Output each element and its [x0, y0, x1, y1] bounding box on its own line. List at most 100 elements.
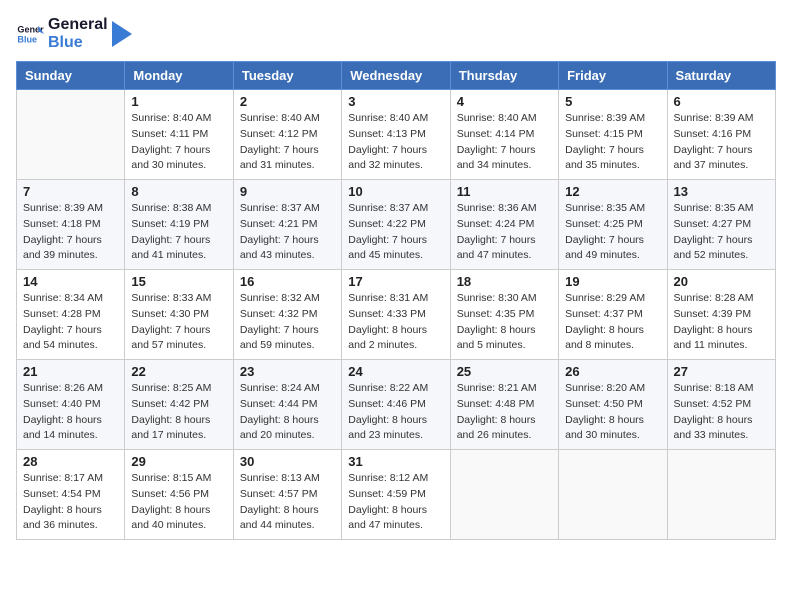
calendar-week-row: 21 Sunrise: 8:26 AMSunset: 4:40 PMDayligh…: [17, 360, 776, 450]
calendar-cell: 16Sunrise: 8:32 AMSunset: 4:32 PMDayligh…: [233, 270, 341, 360]
calendar-cell: 11 Sunrise: 8:36 AMSunset: 4:24 PMDayligh…: [450, 180, 558, 270]
calendar-cell: [450, 450, 558, 540]
day-info: Sunrise: 8:40 AMSunset: 4:11 PMDaylight:…: [131, 111, 226, 174]
calendar-cell: 29 Sunrise: 8:15 AMSunset: 4:56 PMDayligh…: [125, 450, 233, 540]
calendar-cell: 31Sunrise: 8:12 AMSunset: 4:59 PMDayligh…: [342, 450, 450, 540]
day-info: Sunrise: 8:40 AMSunset: 4:13 PMDaylight:…: [348, 111, 443, 174]
calendar-cell: 15 Sunrise: 8:33 AMSunset: 4:30 PMDayligh…: [125, 270, 233, 360]
day-info: Sunrise: 8:26 AMSunset: 4:40 PMDaylight:…: [23, 381, 118, 444]
day-info: Sunrise: 8:17 AMSunset: 4:54 PMDaylight:…: [23, 471, 118, 534]
svg-text:Blue: Blue: [17, 34, 37, 44]
day-number: 23: [240, 364, 335, 379]
calendar-cell: 7 Sunrise: 8:39 AMSunset: 4:18 PMDaylight…: [17, 180, 125, 270]
day-info: Sunrise: 8:39 AMSunset: 4:16 PMDaylight:…: [674, 111, 769, 174]
day-info: Sunrise: 8:28 AMSunset: 4:39 PMDaylight:…: [674, 291, 769, 354]
calendar-cell: 17Sunrise: 8:31 AMSunset: 4:33 PMDayligh…: [342, 270, 450, 360]
day-number: 7: [23, 184, 118, 199]
calendar-table: SundayMondayTuesdayWednesdayThursdayFrid…: [16, 61, 776, 540]
day-number: 29: [131, 454, 226, 469]
calendar-cell: 10 Sunrise: 8:37 AMSunset: 4:22 PMDayligh…: [342, 180, 450, 270]
calendar-cell: 13Sunrise: 8:35 AMSunset: 4:27 PMDayligh…: [667, 180, 775, 270]
calendar-cell: 18 Sunrise: 8:30 AMSunset: 4:35 PMDayligh…: [450, 270, 558, 360]
calendar-cell: 5 Sunrise: 8:39 AMSunset: 4:15 PMDaylight…: [559, 90, 667, 180]
day-info: Sunrise: 8:25 AMSunset: 4:42 PMDaylight:…: [131, 381, 226, 444]
calendar-week-row: 14 Sunrise: 8:34 AMSunset: 4:28 PMDayligh…: [17, 270, 776, 360]
day-number: 2: [240, 94, 335, 109]
calendar-cell: 21 Sunrise: 8:26 AMSunset: 4:40 PMDayligh…: [17, 360, 125, 450]
calendar-cell: 2 Sunrise: 8:40 AMSunset: 4:12 PMDaylight…: [233, 90, 341, 180]
calendar-cell: 30 Sunrise: 8:13 AMSunset: 4:57 PMDayligh…: [233, 450, 341, 540]
weekday-header-thursday: Thursday: [450, 62, 558, 90]
calendar-cell: [17, 90, 125, 180]
day-number: 1: [131, 94, 226, 109]
calendar-cell: 27Sunrise: 8:18 AMSunset: 4:52 PMDayligh…: [667, 360, 775, 450]
page-header: General Blue General Blue: [16, 16, 776, 51]
day-info: Sunrise: 8:30 AMSunset: 4:35 PMDaylight:…: [457, 291, 552, 354]
calendar-cell: 14 Sunrise: 8:34 AMSunset: 4:28 PMDayligh…: [17, 270, 125, 360]
calendar-cell: 20 Sunrise: 8:28 AMSunset: 4:39 PMDayligh…: [667, 270, 775, 360]
weekday-header-monday: Monday: [125, 62, 233, 90]
day-info: Sunrise: 8:38 AMSunset: 4:19 PMDaylight:…: [131, 201, 226, 264]
day-number: 5: [565, 94, 660, 109]
calendar-cell: 26Sunrise: 8:20 AMSunset: 4:50 PMDayligh…: [559, 360, 667, 450]
calendar-week-row: 28 Sunrise: 8:17 AMSunset: 4:54 PMDayligh…: [17, 450, 776, 540]
calendar-cell: 9Sunrise: 8:37 AMSunset: 4:21 PMDaylight…: [233, 180, 341, 270]
calendar-cell: 24Sunrise: 8:22 AMSunset: 4:46 PMDayligh…: [342, 360, 450, 450]
day-info: Sunrise: 8:37 AMSunset: 4:21 PMDaylight:…: [240, 201, 335, 264]
day-number: 8: [131, 184, 226, 199]
day-number: 15: [131, 274, 226, 289]
day-number: 12: [565, 184, 660, 199]
day-info: Sunrise: 8:15 AMSunset: 4:56 PMDaylight:…: [131, 471, 226, 534]
day-info: Sunrise: 8:40 AMSunset: 4:14 PMDaylight:…: [457, 111, 552, 174]
day-number: 11: [457, 184, 552, 199]
weekday-header-wednesday: Wednesday: [342, 62, 450, 90]
day-info: Sunrise: 8:12 AMSunset: 4:59 PMDaylight:…: [348, 471, 443, 534]
day-number: 19: [565, 274, 660, 289]
calendar-cell: 4 Sunrise: 8:40 AMSunset: 4:14 PMDaylight…: [450, 90, 558, 180]
day-info: Sunrise: 8:37 AMSunset: 4:22 PMDaylight:…: [348, 201, 443, 264]
day-info: Sunrise: 8:40 AMSunset: 4:12 PMDaylight:…: [240, 111, 335, 174]
day-number: 14: [23, 274, 118, 289]
day-number: 21: [23, 364, 118, 379]
day-info: Sunrise: 8:22 AMSunset: 4:46 PMDaylight:…: [348, 381, 443, 444]
day-number: 10: [348, 184, 443, 199]
weekday-header-saturday: Saturday: [667, 62, 775, 90]
calendar-cell: 22Sunrise: 8:25 AMSunset: 4:42 PMDayligh…: [125, 360, 233, 450]
day-info: Sunrise: 8:36 AMSunset: 4:24 PMDaylight:…: [457, 201, 552, 264]
weekday-header-tuesday: Tuesday: [233, 62, 341, 90]
day-number: 26: [565, 364, 660, 379]
calendar-cell: 1 Sunrise: 8:40 AMSunset: 4:11 PMDaylight…: [125, 90, 233, 180]
calendar-cell: 12Sunrise: 8:35 AMSunset: 4:25 PMDayligh…: [559, 180, 667, 270]
day-info: Sunrise: 8:29 AMSunset: 4:37 PMDaylight:…: [565, 291, 660, 354]
day-number: 17: [348, 274, 443, 289]
calendar-cell: 19 Sunrise: 8:29 AMSunset: 4:37 PMDayligh…: [559, 270, 667, 360]
day-info: Sunrise: 8:39 AMSunset: 4:15 PMDaylight:…: [565, 111, 660, 174]
day-info: Sunrise: 8:39 AMSunset: 4:18 PMDaylight:…: [23, 201, 118, 264]
day-info: Sunrise: 8:34 AMSunset: 4:28 PMDaylight:…: [23, 291, 118, 354]
day-number: 30: [240, 454, 335, 469]
day-number: 16: [240, 274, 335, 289]
day-number: 28: [23, 454, 118, 469]
calendar-cell: 23 Sunrise: 8:24 AMSunset: 4:44 PMDayligh…: [233, 360, 341, 450]
logo-chevron-icon: [112, 21, 132, 47]
day-number: 3: [348, 94, 443, 109]
weekday-header-row: SundayMondayTuesdayWednesdayThursdayFrid…: [17, 62, 776, 90]
day-number: 18: [457, 274, 552, 289]
day-number: 4: [457, 94, 552, 109]
calendar-week-row: 1 Sunrise: 8:40 AMSunset: 4:11 PMDaylight…: [17, 90, 776, 180]
calendar-cell: [667, 450, 775, 540]
weekday-header-friday: Friday: [559, 62, 667, 90]
day-number: 20: [674, 274, 769, 289]
calendar-cell: [559, 450, 667, 540]
day-info: Sunrise: 8:21 AMSunset: 4:48 PMDaylight:…: [457, 381, 552, 444]
calendar-cell: 28 Sunrise: 8:17 AMSunset: 4:54 PMDayligh…: [17, 450, 125, 540]
day-number: 13: [674, 184, 769, 199]
day-info: Sunrise: 8:33 AMSunset: 4:30 PMDaylight:…: [131, 291, 226, 354]
calendar-cell: 3 Sunrise: 8:40 AMSunset: 4:13 PMDaylight…: [342, 90, 450, 180]
calendar-week-row: 7 Sunrise: 8:39 AMSunset: 4:18 PMDaylight…: [17, 180, 776, 270]
logo: General Blue General Blue: [16, 16, 132, 51]
day-number: 6: [674, 94, 769, 109]
day-number: 25: [457, 364, 552, 379]
day-info: Sunrise: 8:24 AMSunset: 4:44 PMDaylight:…: [240, 381, 335, 444]
day-info: Sunrise: 8:13 AMSunset: 4:57 PMDaylight:…: [240, 471, 335, 534]
